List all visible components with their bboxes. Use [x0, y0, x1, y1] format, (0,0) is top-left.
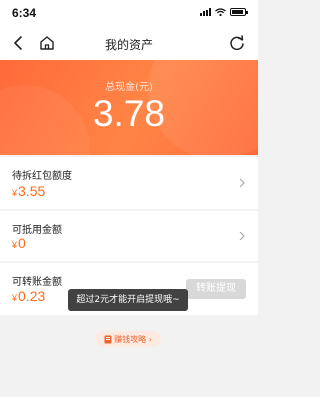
currency-symbol: ¥ [12, 293, 18, 303]
row-title: 可抵用金额 [12, 225, 62, 236]
status-time: 6:34 [12, 6, 37, 20]
status-bar: 6:34 [0, 0, 258, 26]
chevron-right-icon [239, 231, 245, 241]
nav-bar: 我的资产 [0, 26, 258, 60]
withdraw-button[interactable]: 转账提现 [186, 279, 246, 299]
total-cash-card: 总现金(元) 3.78 [0, 60, 258, 155]
row-value: ¥3.55 [12, 183, 45, 199]
status-icons [200, 8, 248, 16]
chevron-right-icon [239, 178, 245, 188]
value-amount: 0 [18, 235, 26, 251]
row-title: 可转账金额 [12, 277, 62, 288]
total-cash-label: 总现金(元) [105, 82, 153, 93]
battery-icon [230, 8, 248, 16]
row-title: 待拆红包额度 [12, 171, 72, 182]
total-cash-amount: 3.78 [92, 93, 165, 134]
currency-symbol: ¥ [12, 188, 18, 198]
page-title: 我的资产 [104, 38, 153, 52]
earning-guide-link[interactable]: 赚钱攻略 › [95, 331, 161, 347]
currency-symbol: ¥ [12, 240, 18, 250]
guide-label: 赚钱攻略 › [114, 334, 152, 344]
row-value: ¥0 [12, 235, 26, 251]
value-amount: 0.23 [18, 288, 46, 304]
signal-icon [200, 8, 211, 16]
value-amount: 3.55 [18, 183, 46, 199]
guide-book-icon [104, 335, 112, 343]
wifi-icon [215, 8, 226, 16]
toast-message: 超过2元才能开启提现哦~ [68, 289, 188, 311]
row-deductible[interactable]: 可抵用金额 ¥0 [0, 211, 258, 261]
refresh-icon[interactable] [228, 34, 246, 52]
row-pending-redpacket[interactable]: 待拆红包额度 ¥3.55 [0, 157, 258, 209]
row-value: ¥0.23 [12, 288, 45, 304]
